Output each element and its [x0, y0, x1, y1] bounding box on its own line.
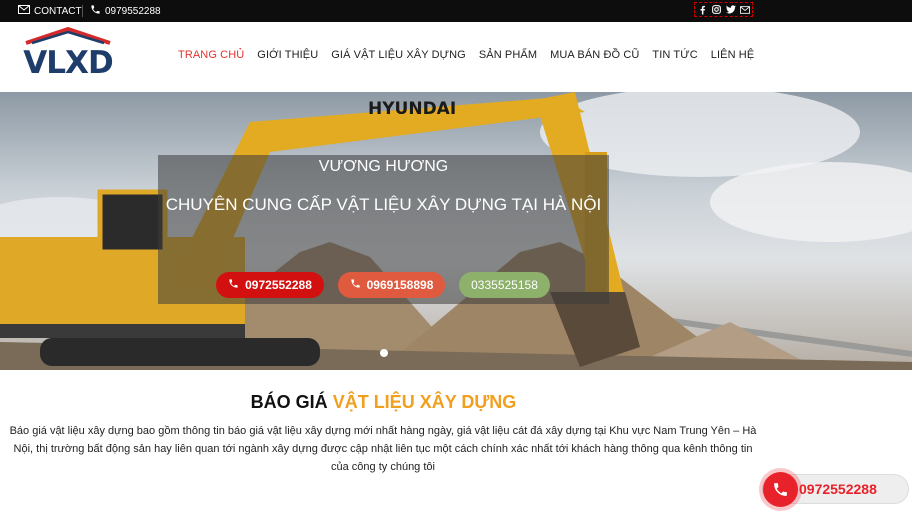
call-button-label: 0972552288	[245, 278, 312, 292]
phone-link[interactable]: 0979552288	[90, 0, 161, 22]
phone-icon	[228, 278, 239, 292]
contact-label: CONTACT	[34, 5, 82, 17]
section-heading: BÁO GIÁ VẬT LIỆU XÂY DỰNG	[0, 392, 767, 413]
phone-number: 0979552288	[105, 5, 161, 17]
instagram-icon[interactable]	[711, 4, 722, 15]
hero-slider: HYUNDAI VƯƠNG HƯƠNG CHUYÊN CUNG CẤP VẬT …	[0, 92, 912, 370]
twitter-icon[interactable]	[725, 4, 736, 15]
nav-used-goods[interactable]: MUA BÁN ĐỒ CŨ	[550, 49, 639, 61]
site-header: VLXD TRANG CHỦ GIỚI THIỆU GIÁ VẬT LIỆU X…	[0, 22, 912, 92]
section-heading-part1: BÁO GIÁ	[250, 392, 333, 412]
nav-about[interactable]: GIỚI THIỆU	[257, 49, 318, 61]
main-nav: TRANG CHỦ GIỚI THIỆU GIÁ VẬT LIỆU XÂY DỰ…	[178, 49, 754, 61]
phone-icon	[350, 278, 361, 292]
phone-icon	[763, 472, 798, 507]
divider	[82, 5, 83, 17]
call-button-label: 0969158898	[366, 278, 434, 292]
facebook-icon[interactable]	[697, 4, 708, 15]
social-links	[694, 2, 753, 17]
call-button-2[interactable]: 0969158898	[338, 272, 445, 298]
section-description: Báo giá vật liệu xây dựng bao gồm thông …	[9, 425, 757, 473]
nav-prices[interactable]: GIÁ VẬT LIỆU XÂY DỰNG	[331, 49, 466, 61]
top-bar: CONTACT 0979552288	[0, 0, 912, 22]
nav-news[interactable]: TIN TỨC	[652, 49, 697, 61]
site-logo[interactable]: VLXD	[22, 27, 114, 82]
floating-call-button[interactable]: 0972552288	[762, 472, 909, 507]
hero-title: VƯƠNG HƯƠNG	[318, 158, 449, 175]
nav-products[interactable]: SẢN PHẨM	[479, 49, 537, 61]
call-button-3[interactable]: 0335525158	[459, 272, 550, 298]
slider-dot[interactable]	[380, 349, 388, 357]
contact-link[interactable]: CONTACT	[18, 0, 82, 22]
section-heading-accent: VẬT LIỆU XÂY DỰNG	[332, 392, 517, 412]
nav-contact[interactable]: LIÊN HỆ	[711, 49, 755, 61]
phone-icon	[90, 4, 101, 18]
mail-icon	[18, 5, 30, 17]
hero-subtitle: CHUYÊN CUNG CẤP VẬT LIỆU XÂY DỰNG TẠI HÀ…	[165, 195, 602, 214]
floating-call-number: 0972552288	[799, 481, 877, 497]
mail-icon[interactable]	[739, 4, 750, 15]
nav-home[interactable]: TRANG CHỦ	[178, 49, 244, 61]
excavator-brand-text: HYUNDAI	[368, 99, 456, 119]
call-button-label: 0335525158	[471, 278, 538, 292]
call-button-1[interactable]: 0972552288	[216, 272, 324, 298]
svg-text:VLXD: VLXD	[23, 45, 113, 77]
